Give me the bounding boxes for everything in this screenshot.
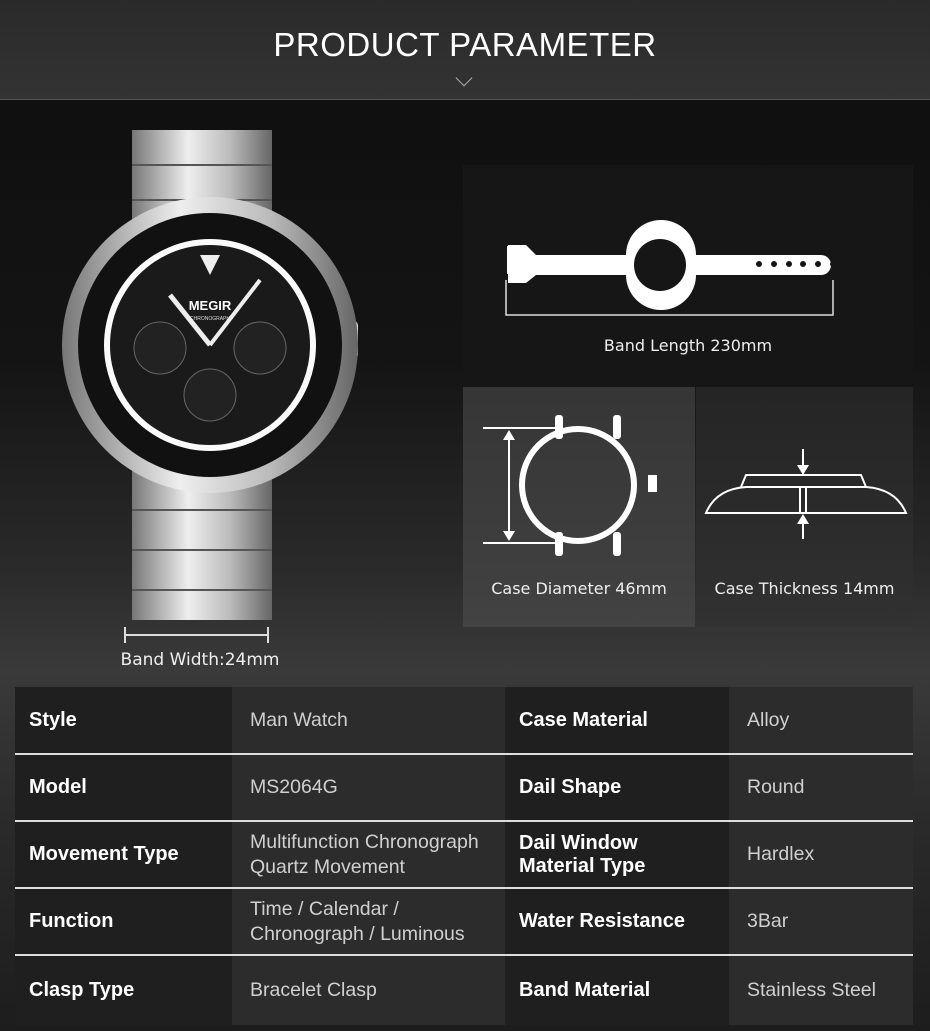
spec-label: Water Resistance [505, 888, 729, 956]
spec-label-text: Movement Type [29, 843, 179, 865]
spec-label-text: Function [29, 910, 114, 932]
table-row: Style Man Watch Case Material Alloy [15, 687, 913, 755]
table-row: Function Time / Calendar / Chronograph / L… [15, 888, 913, 956]
spec-label: Case Material [505, 687, 729, 755]
spec-value-text: Hardlex [747, 843, 815, 865]
table-row: Clasp Type Bracelet Clasp Band Material Sta… [15, 955, 913, 1025]
case-thickness-icon [704, 449, 908, 539]
spec-value: Hardlex [729, 821, 913, 889]
svg-text:CHRONOGRAPH: CHRONOGRAPH [190, 316, 230, 322]
spec-value-text: Time / Calendar / [250, 897, 399, 920]
spec-label: Clasp Type [15, 955, 232, 1025]
spec-label: Movement Type [15, 821, 232, 889]
table-row: Movement Type Multifunction Chronograph Qu… [15, 821, 913, 889]
band-length-label: Band Length 230mm [603, 336, 773, 355]
spec-label: Model [15, 754, 232, 822]
spec-value: Man Watch [232, 687, 505, 755]
spec-label-text: Material Type [519, 854, 646, 877]
band-length-panel: Band Length 230mm [463, 165, 913, 387]
spec-label-text: Dail Window [519, 831, 638, 854]
spec-value-text: Chronograph / Luminous [250, 922, 465, 945]
spec-value: MS2064G [232, 754, 505, 822]
band-width-dimension [124, 627, 269, 643]
spec-label: Function [15, 888, 232, 956]
case-thickness-label: Case Thickness 14mm [714, 579, 895, 598]
spec-label: Style [15, 687, 232, 755]
spec-value-text: MS2064G [250, 776, 338, 798]
spec-table: Style Man Watch Case Material Alloy Model MS2… [15, 687, 913, 1025]
band-icon [505, 220, 836, 316]
spec-value-text: Round [747, 776, 805, 798]
chevron-down-icon [455, 69, 473, 87]
svg-text:MEGIR: MEGIR [189, 298, 232, 313]
spec-value: Round [729, 754, 913, 822]
page-title: PRODUCT PARAMETER [273, 26, 657, 63]
spec-label: Band Material [505, 955, 729, 1025]
spec-value: Time / Calendar / Chronograph / Luminous [232, 888, 505, 956]
spec-value: Multifunction Chronograph Quartz Movement [232, 821, 505, 889]
spec-value: Stainless Steel [729, 955, 913, 1025]
spec-value-text: Bracelet Clasp [250, 979, 377, 1001]
spec-label-text: Clasp Type [29, 979, 135, 1001]
spec-value-text: Quartz Movement [250, 855, 405, 878]
case-diameter-icon [483, 415, 657, 556]
case-thickness-panel: Case Thickness 14mm [696, 387, 913, 627]
case-diameter-panel: Case Diameter 46mm [463, 387, 695, 627]
band-width-label: Band Width:24mm [120, 650, 280, 670]
spec-value-text: 3Bar [747, 910, 789, 932]
spec-label-text: Water Resistance [519, 910, 685, 932]
table-row: Model MS2064G Dail Shape Round [15, 754, 913, 822]
spec-value-text: Man Watch [250, 708, 348, 731]
spec-value: Alloy [729, 687, 913, 755]
spec-value-text: Alloy [747, 708, 790, 731]
spec-value-text: Stainless Steel [747, 979, 876, 1001]
spec-value: 3Bar [729, 888, 913, 956]
spec-label: Dail Window Material Type [505, 821, 729, 889]
watch-image: MEGIR CHRONOGRAPH [62, 130, 358, 620]
header: PRODUCT PARAMETER [0, 0, 930, 100]
case-diameter-label: Case Diameter 46mm [491, 579, 667, 598]
spec-label-text: Style [29, 708, 77, 731]
spec-label-text: Dail Shape [519, 776, 622, 798]
spec-label-text: Band Material [519, 979, 651, 1001]
spec-label-text: Case Material [519, 708, 648, 731]
spec-value-text: Multifunction Chronograph [250, 830, 479, 853]
spec-label: Dail Shape [505, 754, 729, 822]
spec-label-text: Model [29, 776, 87, 798]
spec-value: Bracelet Clasp [232, 955, 505, 1025]
